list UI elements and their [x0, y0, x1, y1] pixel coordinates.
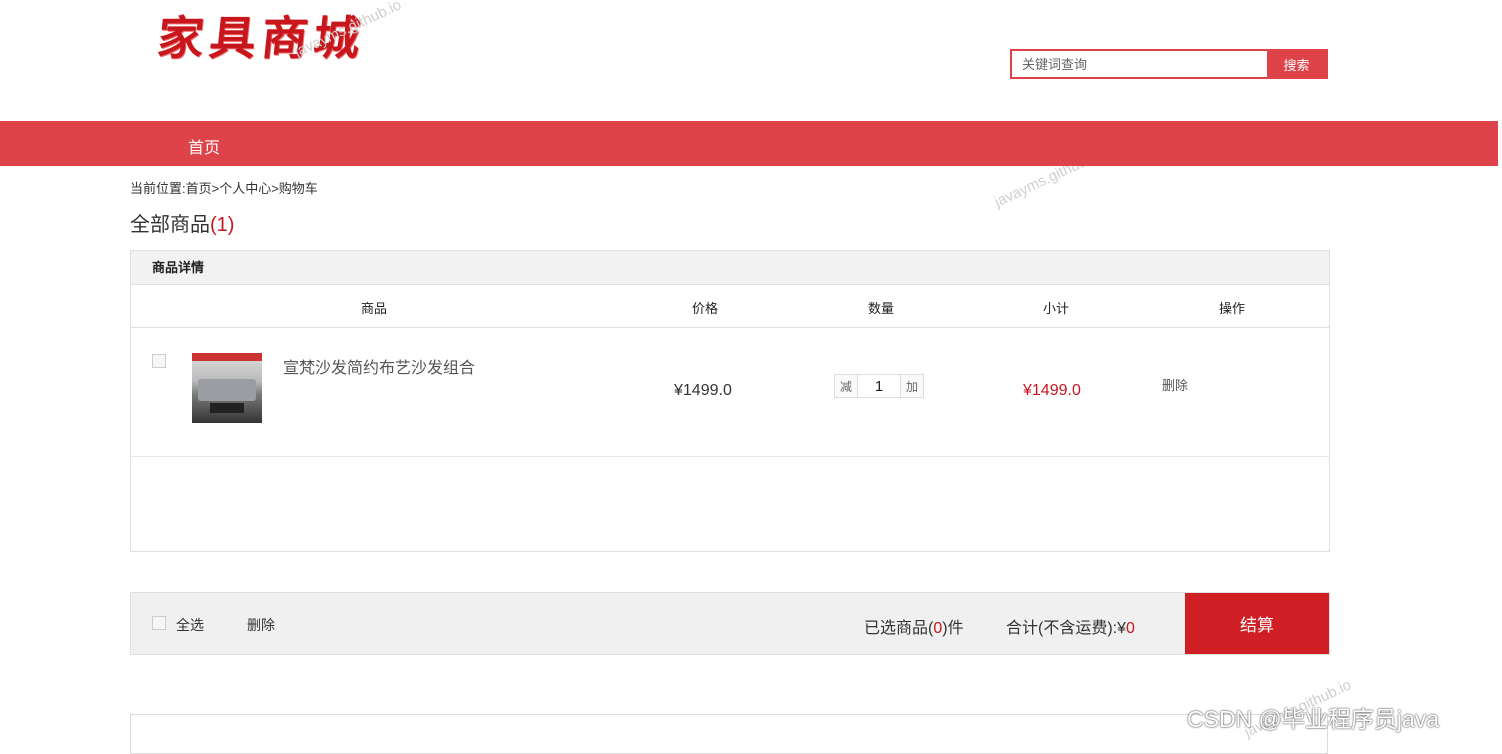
quantity-stepper: 减 1 加	[834, 374, 924, 398]
cart-item-row: 宣梵沙发简约布艺沙发组合 ¥1499.0 减 1 加 ¥1499.0 删除	[131, 328, 1329, 457]
selected-count: 已选商品(0)件	[864, 614, 964, 638]
selected-suffix: )件	[942, 620, 964, 637]
column-header-subtotal: 小计	[1042, 301, 1070, 316]
cart-title: 全部商品(1)	[130, 208, 234, 237]
total-value: 0	[1126, 620, 1135, 637]
thumbnail-sofa	[198, 379, 256, 401]
column-header-quantity: 数量	[867, 301, 895, 316]
increase-button[interactable]: 加	[900, 374, 924, 398]
decrease-button[interactable]: 减	[834, 374, 858, 398]
product-name-link[interactable]: 宣梵沙发简约布艺沙发组合	[283, 354, 475, 378]
selected-prefix: 已选商品(	[864, 620, 934, 637]
cart-count: (1)	[210, 214, 235, 236]
cart-table: 商品详情 商品 价格 数量 小计 操作 宣梵沙发简约布艺沙发组合 ¥1499.0…	[130, 250, 1330, 552]
total-amount: 合计(不含运费):¥0	[1006, 614, 1135, 638]
search-input[interactable]	[1012, 51, 1267, 77]
recommendation-panel	[130, 714, 1328, 754]
quantity-input[interactable]: 1	[858, 374, 900, 398]
delete-selected-link[interactable]: 删除	[247, 615, 275, 635]
search-bar: 搜索	[1010, 49, 1328, 79]
thumbnail-banner	[192, 353, 262, 361]
cart-title-text: 全部商品	[130, 214, 210, 236]
checkout-button[interactable]: 结算	[1185, 593, 1329, 654]
column-header-product: 商品	[360, 301, 388, 316]
item-subtotal: ¥1499.0	[1023, 382, 1081, 399]
column-headers: 商品 价格 数量 小计 操作	[131, 285, 1329, 328]
product-thumbnail[interactable]	[192, 353, 262, 423]
item-checkbox[interactable]	[152, 354, 166, 368]
thumbnail-table	[210, 403, 244, 413]
main-nav: 首页	[0, 121, 1498, 166]
column-header-price: 价格	[691, 301, 719, 316]
site-logo[interactable]: 家具商城	[155, 2, 370, 68]
column-header-actions: 操作	[1218, 301, 1246, 316]
unit-price: ¥1499.0	[674, 382, 732, 399]
delete-item-link[interactable]: 删除	[1162, 375, 1188, 394]
cart-footer: 全选 删除 已选商品(0)件 合计(不含运费):¥0 结算	[130, 592, 1330, 655]
search-button[interactable]: 搜索	[1267, 51, 1326, 77]
select-all-label[interactable]: 全选	[176, 615, 204, 635]
breadcrumb: 当前位置:首页>个人中心>购物车	[130, 181, 318, 196]
section-header: 商品详情	[131, 251, 1329, 285]
csdn-watermark: CSDN @毕业程序员java	[1187, 706, 1440, 732]
selected-number: 0	[933, 620, 943, 637]
total-label: 合计(不含运费):¥	[1006, 620, 1127, 637]
nav-item-home[interactable]: 首页	[188, 134, 220, 158]
select-all-checkbox[interactable]	[152, 616, 166, 630]
